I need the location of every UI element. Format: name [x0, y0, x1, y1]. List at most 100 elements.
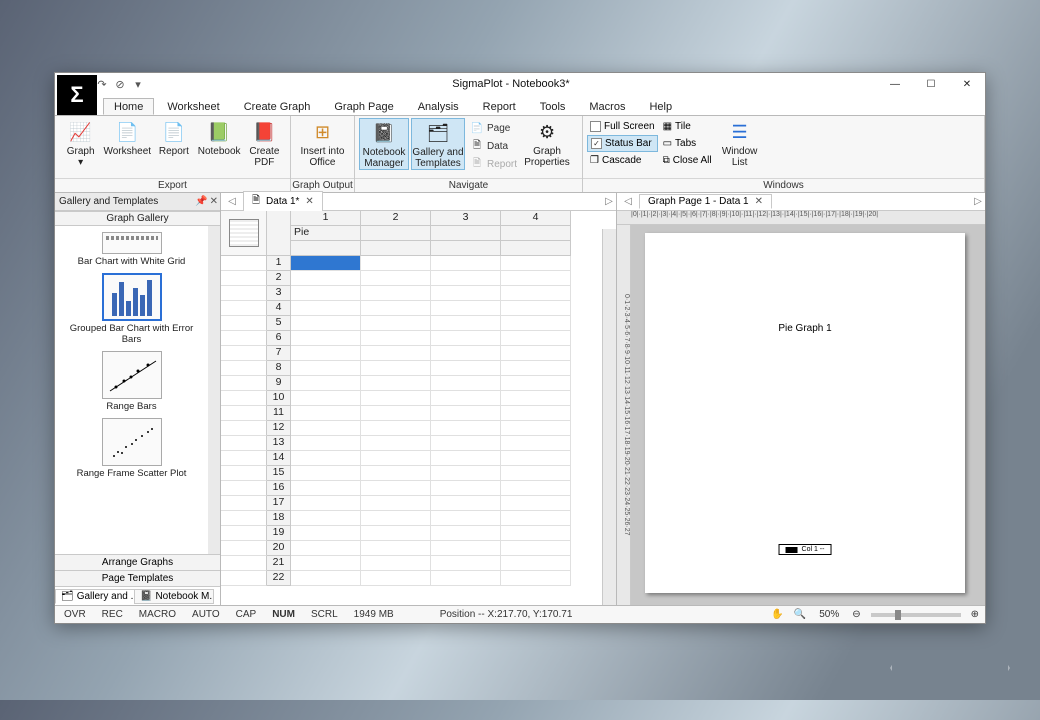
cell[interactable] [361, 391, 431, 406]
zoom-out-button[interactable]: ⊖ [852, 609, 860, 620]
cell[interactable] [501, 541, 571, 556]
col-header[interactable]: 3 [431, 211, 501, 226]
col-header[interactable]: 1 [291, 211, 361, 226]
tile-button[interactable]: ▦Tile [660, 118, 715, 135]
tab-prev-icon[interactable]: ◁ [225, 196, 239, 207]
tab-home[interactable]: Home [103, 98, 154, 115]
cell[interactable] [291, 541, 361, 556]
cell[interactable] [361, 346, 431, 361]
cell[interactable] [501, 496, 571, 511]
row-header[interactable]: 16 [267, 481, 291, 496]
row-header[interactable]: 5 [267, 316, 291, 331]
gallery-item[interactable]: Range Frame Scatter Plot [61, 416, 202, 479]
nav-data-button[interactable]: 🗎Data [467, 138, 520, 155]
cell[interactable] [501, 271, 571, 286]
cell[interactable] [431, 526, 501, 541]
tab-create-graph[interactable]: Create Graph [233, 98, 322, 115]
tab-help[interactable]: Help [638, 98, 683, 115]
cell[interactable] [431, 256, 501, 271]
status-bar-toggle[interactable]: ✓Status Bar [587, 135, 658, 152]
row-header[interactable]: 18 [267, 511, 291, 526]
cell[interactable] [361, 301, 431, 316]
cell[interactable] [431, 286, 501, 301]
pane-tab-gallery[interactable]: 🗂Gallery and ... [55, 589, 135, 604]
col-subheader[interactable] [501, 226, 571, 241]
cell[interactable] [361, 556, 431, 571]
gallery-item[interactable]: Bar Chart with White Grid [61, 230, 202, 267]
cell[interactable] [501, 481, 571, 496]
cell[interactable] [501, 361, 571, 376]
tabs-button[interactable]: ▭Tabs [660, 135, 715, 152]
row-header[interactable]: 19 [267, 526, 291, 541]
cell[interactable] [291, 391, 361, 406]
row-header[interactable]: 3 [267, 286, 291, 301]
cell[interactable] [361, 511, 431, 526]
tab-analysis[interactable]: Analysis [407, 98, 470, 115]
row-header[interactable]: 20 [267, 541, 291, 556]
row-header[interactable]: 6 [267, 331, 291, 346]
cell[interactable] [501, 571, 571, 586]
col-header[interactable]: 2 [361, 211, 431, 226]
cell[interactable] [431, 271, 501, 286]
worksheet-scrollbar[interactable] [602, 229, 616, 605]
cell[interactable] [291, 526, 361, 541]
col-header[interactable]: 4 [501, 211, 571, 226]
cell[interactable] [501, 346, 571, 361]
graph-properties-button[interactable]: ⚙Graph Properties [522, 118, 572, 168]
cell[interactable] [361, 271, 431, 286]
cell[interactable] [431, 391, 501, 406]
cascade-button[interactable]: ❐Cascade [587, 152, 658, 169]
cell[interactable] [501, 511, 571, 526]
cell[interactable] [361, 466, 431, 481]
nav-page-button[interactable]: 📄Page [467, 120, 520, 137]
app-icon[interactable]: Σ [57, 75, 97, 115]
cell[interactable] [431, 406, 501, 421]
cell[interactable] [431, 346, 501, 361]
cell[interactable] [431, 481, 501, 496]
tab-report[interactable]: Report [472, 98, 527, 115]
cell[interactable] [431, 541, 501, 556]
row-header[interactable]: 2 [267, 271, 291, 286]
col-subheader2[interactable] [361, 241, 431, 256]
cell[interactable] [361, 571, 431, 586]
cell[interactable] [361, 451, 431, 466]
export-graph-button[interactable]: 📈Graph▾ [59, 118, 102, 168]
graph-page-tab[interactable]: Graph Page 1 - Data 1 ✕ [639, 194, 772, 209]
row-header[interactable]: 4 [267, 301, 291, 316]
cell[interactable] [501, 526, 571, 541]
cell[interactable] [501, 406, 571, 421]
cell[interactable] [501, 451, 571, 466]
gallery-item[interactable]: Range Bars [61, 349, 202, 412]
cell[interactable] [361, 481, 431, 496]
cell[interactable] [431, 331, 501, 346]
col-subheader2[interactable] [291, 241, 361, 256]
cell[interactable] [291, 451, 361, 466]
cell[interactable] [431, 436, 501, 451]
row-header[interactable]: 10 [267, 391, 291, 406]
cell[interactable] [291, 496, 361, 511]
row-header[interactable]: 7 [267, 346, 291, 361]
cell[interactable] [361, 421, 431, 436]
nav-report-button[interactable]: 🗎Report [467, 156, 520, 173]
cell[interactable] [291, 346, 361, 361]
cell[interactable] [361, 361, 431, 376]
graph-title[interactable]: Pie Graph 1 [645, 323, 965, 334]
hand-tool-icon[interactable]: ✋ [771, 609, 783, 620]
cell[interactable] [501, 556, 571, 571]
cell[interactable] [501, 316, 571, 331]
insert-into-office-button[interactable]: ⊞Insert into Office [295, 118, 350, 168]
cell[interactable] [361, 406, 431, 421]
cell[interactable] [431, 496, 501, 511]
cell[interactable] [501, 376, 571, 391]
row-header[interactable]: 21 [267, 556, 291, 571]
row-header[interactable]: 9 [267, 376, 291, 391]
cell[interactable] [291, 436, 361, 451]
cell[interactable] [361, 541, 431, 556]
cell[interactable] [501, 436, 571, 451]
redo-icon[interactable]: ↷ [95, 77, 109, 91]
cell[interactable] [291, 421, 361, 436]
close-gtab-icon[interactable]: ✕ [755, 196, 763, 207]
cell[interactable] [361, 256, 431, 271]
cell[interactable] [501, 421, 571, 436]
cell[interactable] [291, 286, 361, 301]
